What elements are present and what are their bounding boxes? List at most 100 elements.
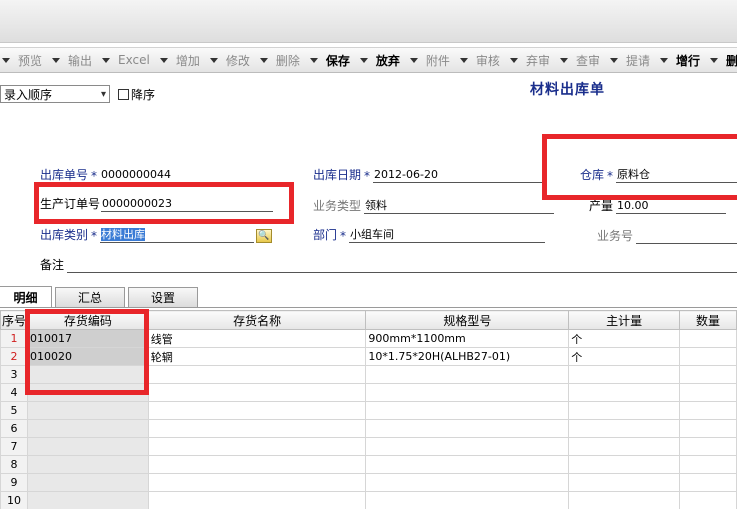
table-row[interactable]: 6	[0, 419, 737, 438]
item-code-cell[interactable]	[26, 473, 149, 492]
quantity-cell[interactable]	[679, 383, 737, 402]
unit-cell[interactable]	[568, 473, 681, 492]
item-code-cell[interactable]: 010020	[26, 347, 149, 366]
row-number-cell[interactable]: 2	[0, 347, 28, 366]
table-row[interactable]: 5	[0, 401, 737, 420]
out-no-input[interactable]: 0000000044	[100, 168, 273, 183]
quantity-cell[interactable]	[679, 437, 737, 456]
spec-cell[interactable]	[365, 437, 570, 456]
item-name-cell[interactable]	[147, 401, 367, 420]
output-input[interactable]: 10.00	[616, 199, 727, 214]
item-name-cell[interactable]	[147, 455, 367, 474]
table-row[interactable]: 1 010017 线管 900mm*1100mm 个	[0, 329, 737, 348]
dropdown-arrow-icon[interactable]	[659, 57, 668, 63]
column-header[interactable]: 数量	[679, 310, 737, 330]
toolbar-button[interactable]: 保存	[308, 48, 358, 72]
column-header[interactable]: 序号	[0, 310, 28, 330]
row-number-cell[interactable]: 1	[0, 329, 28, 348]
table-row[interactable]: 9	[0, 473, 737, 492]
dropdown-arrow-icon[interactable]	[509, 57, 518, 63]
dropdown-arrow-icon[interactable]	[359, 57, 368, 63]
toolbar-button[interactable]: 增行	[658, 48, 708, 72]
row-number-cell[interactable]: 9	[0, 473, 28, 492]
sort-order-select[interactable]: 录入顺序 ▾	[0, 85, 110, 103]
item-name-cell[interactable]: 轮辋	[147, 347, 367, 366]
tab-0[interactable]: 明细	[0, 286, 52, 307]
row-number-cell[interactable]: 5	[0, 401, 28, 420]
item-code-cell[interactable]	[26, 491, 149, 509]
dropdown-arrow-icon[interactable]	[710, 57, 718, 63]
spec-cell[interactable]	[365, 491, 570, 509]
dropdown-arrow-icon[interactable]	[559, 57, 568, 63]
toolbar-button[interactable]: 附件	[408, 48, 458, 72]
spec-cell[interactable]	[365, 365, 570, 384]
item-name-cell[interactable]	[147, 419, 367, 438]
column-header[interactable]: 存货编码	[26, 310, 149, 330]
toolbar-button[interactable]: Excel	[100, 48, 158, 72]
table-row[interactable]: 3	[0, 365, 737, 384]
table-row[interactable]: 7	[0, 437, 737, 456]
toolbar-button[interactable]: 删行	[708, 48, 737, 72]
dropdown-arrow-icon[interactable]	[409, 57, 418, 63]
toolbar-button[interactable]: 预览	[0, 48, 50, 72]
item-code-cell[interactable]: 010017	[26, 329, 149, 348]
dropdown-arrow-icon[interactable]	[52, 57, 61, 63]
unit-cell[interactable]	[568, 455, 681, 474]
quantity-cell[interactable]	[679, 455, 737, 474]
quantity-cell[interactable]	[679, 365, 737, 384]
item-name-cell[interactable]	[147, 491, 367, 509]
descending-checkbox[interactable]: 降序	[118, 86, 155, 103]
spec-cell[interactable]	[365, 455, 570, 474]
item-name-cell[interactable]	[147, 473, 367, 492]
spec-cell[interactable]	[365, 383, 570, 402]
tab-2[interactable]: 设置	[128, 287, 198, 307]
column-header[interactable]: 存货名称	[147, 310, 367, 330]
dropdown-arrow-icon[interactable]	[459, 57, 468, 63]
prod-order-input[interactable]: 0000000023	[101, 197, 274, 212]
dropdown-arrow-icon[interactable]	[209, 57, 218, 63]
toolbar-button[interactable]: 查审	[558, 48, 608, 72]
row-number-cell[interactable]: 3	[0, 365, 28, 384]
search-icon[interactable]: 🔍	[256, 229, 273, 243]
item-name-cell[interactable]	[147, 437, 367, 456]
remark-input[interactable]	[67, 258, 737, 273]
checkbox-box[interactable]	[118, 88, 129, 100]
quantity-cell[interactable]	[679, 419, 737, 438]
item-code-cell[interactable]	[26, 419, 149, 438]
item-code-cell[interactable]	[26, 401, 149, 420]
toolbar-button[interactable]: 修改	[208, 48, 258, 72]
out-category-input[interactable]: 材料出库	[100, 228, 255, 243]
row-number-cell[interactable]: 7	[0, 437, 28, 456]
quantity-cell[interactable]	[679, 329, 737, 348]
item-code-cell[interactable]	[26, 455, 149, 474]
column-header[interactable]: 主计量	[568, 310, 681, 330]
row-number-cell[interactable]: 8	[0, 455, 28, 474]
toolbar-button[interactable]: 输出	[50, 48, 100, 72]
unit-cell[interactable]	[568, 383, 681, 402]
item-name-cell[interactable]: 线管	[147, 329, 367, 348]
dropdown-arrow-icon[interactable]	[159, 57, 168, 63]
row-number-cell[interactable]: 10	[0, 491, 28, 509]
unit-cell[interactable]	[568, 419, 681, 438]
spec-cell[interactable]: 10*1.75*20H(ALHB27-01)	[365, 347, 570, 366]
item-name-cell[interactable]	[147, 365, 367, 384]
column-header[interactable]: 规格型号	[365, 310, 570, 330]
spec-cell[interactable]	[365, 401, 570, 420]
item-code-cell[interactable]	[26, 365, 149, 384]
dropdown-arrow-icon[interactable]	[259, 57, 268, 63]
toolbar-button[interactable]: 提请	[608, 48, 658, 72]
unit-cell[interactable]	[568, 491, 681, 509]
biz-type-input[interactable]: 领料	[364, 199, 555, 214]
unit-cell[interactable]	[568, 365, 681, 384]
dropdown-arrow-icon[interactable]	[102, 57, 111, 63]
table-row[interactable]: 10	[0, 491, 737, 509]
item-code-cell[interactable]	[26, 437, 149, 456]
quantity-cell[interactable]	[679, 347, 737, 366]
toolbar-button[interactable]: 删除	[258, 48, 308, 72]
dropdown-arrow-icon[interactable]	[2, 57, 10, 63]
table-row[interactable]: 4	[0, 383, 737, 402]
spec-cell[interactable]: 900mm*1100mm	[365, 329, 570, 348]
quantity-cell[interactable]	[679, 401, 737, 420]
toolbar-button[interactable]: 审核	[458, 48, 508, 72]
table-row[interactable]: 8	[0, 455, 737, 474]
